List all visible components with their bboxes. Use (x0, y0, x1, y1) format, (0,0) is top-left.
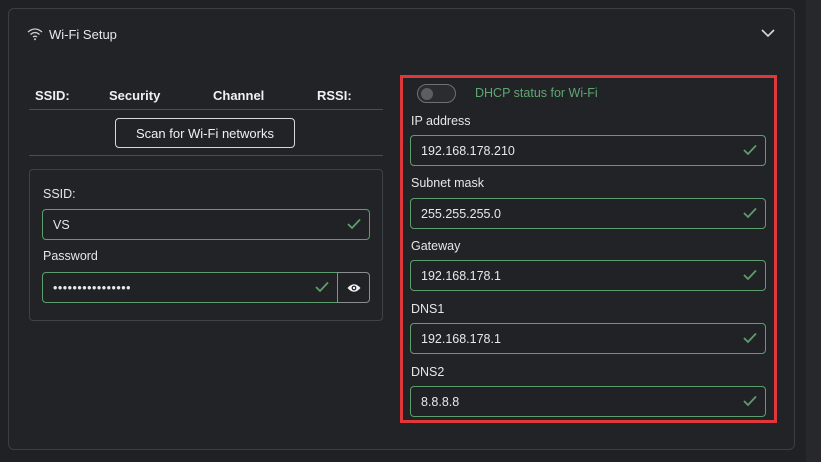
panel-title: Wi-Fi Setup (49, 26, 117, 42)
check-icon (743, 395, 757, 407)
toggle-knob (421, 88, 433, 100)
check-icon (743, 207, 757, 219)
check-icon (347, 218, 361, 230)
eye-icon (347, 283, 360, 292)
gateway-input[interactable]: 192.168.178.1 (410, 260, 766, 291)
dns1-input[interactable]: 192.168.178.1 (410, 323, 766, 354)
check-icon (743, 269, 757, 281)
dhcp-toggle[interactable] (417, 84, 456, 103)
dhcp-label: DHCP status for Wi-Fi (475, 86, 598, 100)
ssid-label: SSID: (43, 187, 76, 201)
dns1-label: DNS1 (411, 302, 445, 316)
panel-header[interactable]: Wi-Fi Setup (9, 9, 794, 59)
dns2-label: DNS2 (411, 365, 445, 379)
check-icon (315, 281, 329, 293)
ssid-input[interactable]: VS (42, 209, 370, 240)
scan-row: Scan for Wi-Fi networks (29, 110, 383, 156)
networks-table-header: SSID: Security Channel RSSI: (29, 78, 383, 110)
password-value: •••••••••••••••• (53, 280, 132, 295)
ip-address-label: IP address (411, 114, 471, 128)
show-password-button[interactable] (337, 272, 370, 303)
subnet-mask-input[interactable]: 255.255.255.0 (410, 198, 766, 229)
credentials-box: SSID: VS Password •••••••••••••••• (29, 169, 383, 321)
gateway-label: Gateway (411, 239, 461, 253)
column-ssid: SSID: (35, 88, 70, 103)
column-channel: Channel (213, 88, 265, 103)
password-label: Password (43, 249, 98, 263)
password-input[interactable]: •••••••••••••••• (42, 272, 338, 303)
scrollbar-track[interactable] (806, 0, 821, 462)
subnet-mask-value: 255.255.255.0 (421, 206, 501, 221)
dns1-value: 192.168.178.1 (421, 331, 501, 346)
check-icon (743, 332, 757, 344)
column-rssi: RSSI: (317, 88, 352, 103)
ip-address-input[interactable]: 192.168.178.210 (410, 135, 766, 166)
chevron-down-icon[interactable] (760, 26, 776, 40)
subnet-mask-label: Subnet mask (411, 176, 484, 190)
ssid-value: VS (53, 217, 70, 232)
ip-address-value: 192.168.178.210 (421, 143, 515, 158)
dns2-value: 8.8.8.8 (421, 394, 460, 409)
scan-networks-button[interactable]: Scan for Wi-Fi networks (115, 118, 295, 148)
check-icon (743, 144, 757, 156)
column-security: Security (109, 88, 161, 103)
gateway-value: 192.168.178.1 (421, 268, 501, 283)
dns2-input[interactable]: 8.8.8.8 (410, 386, 766, 417)
wifi-icon (27, 28, 43, 41)
